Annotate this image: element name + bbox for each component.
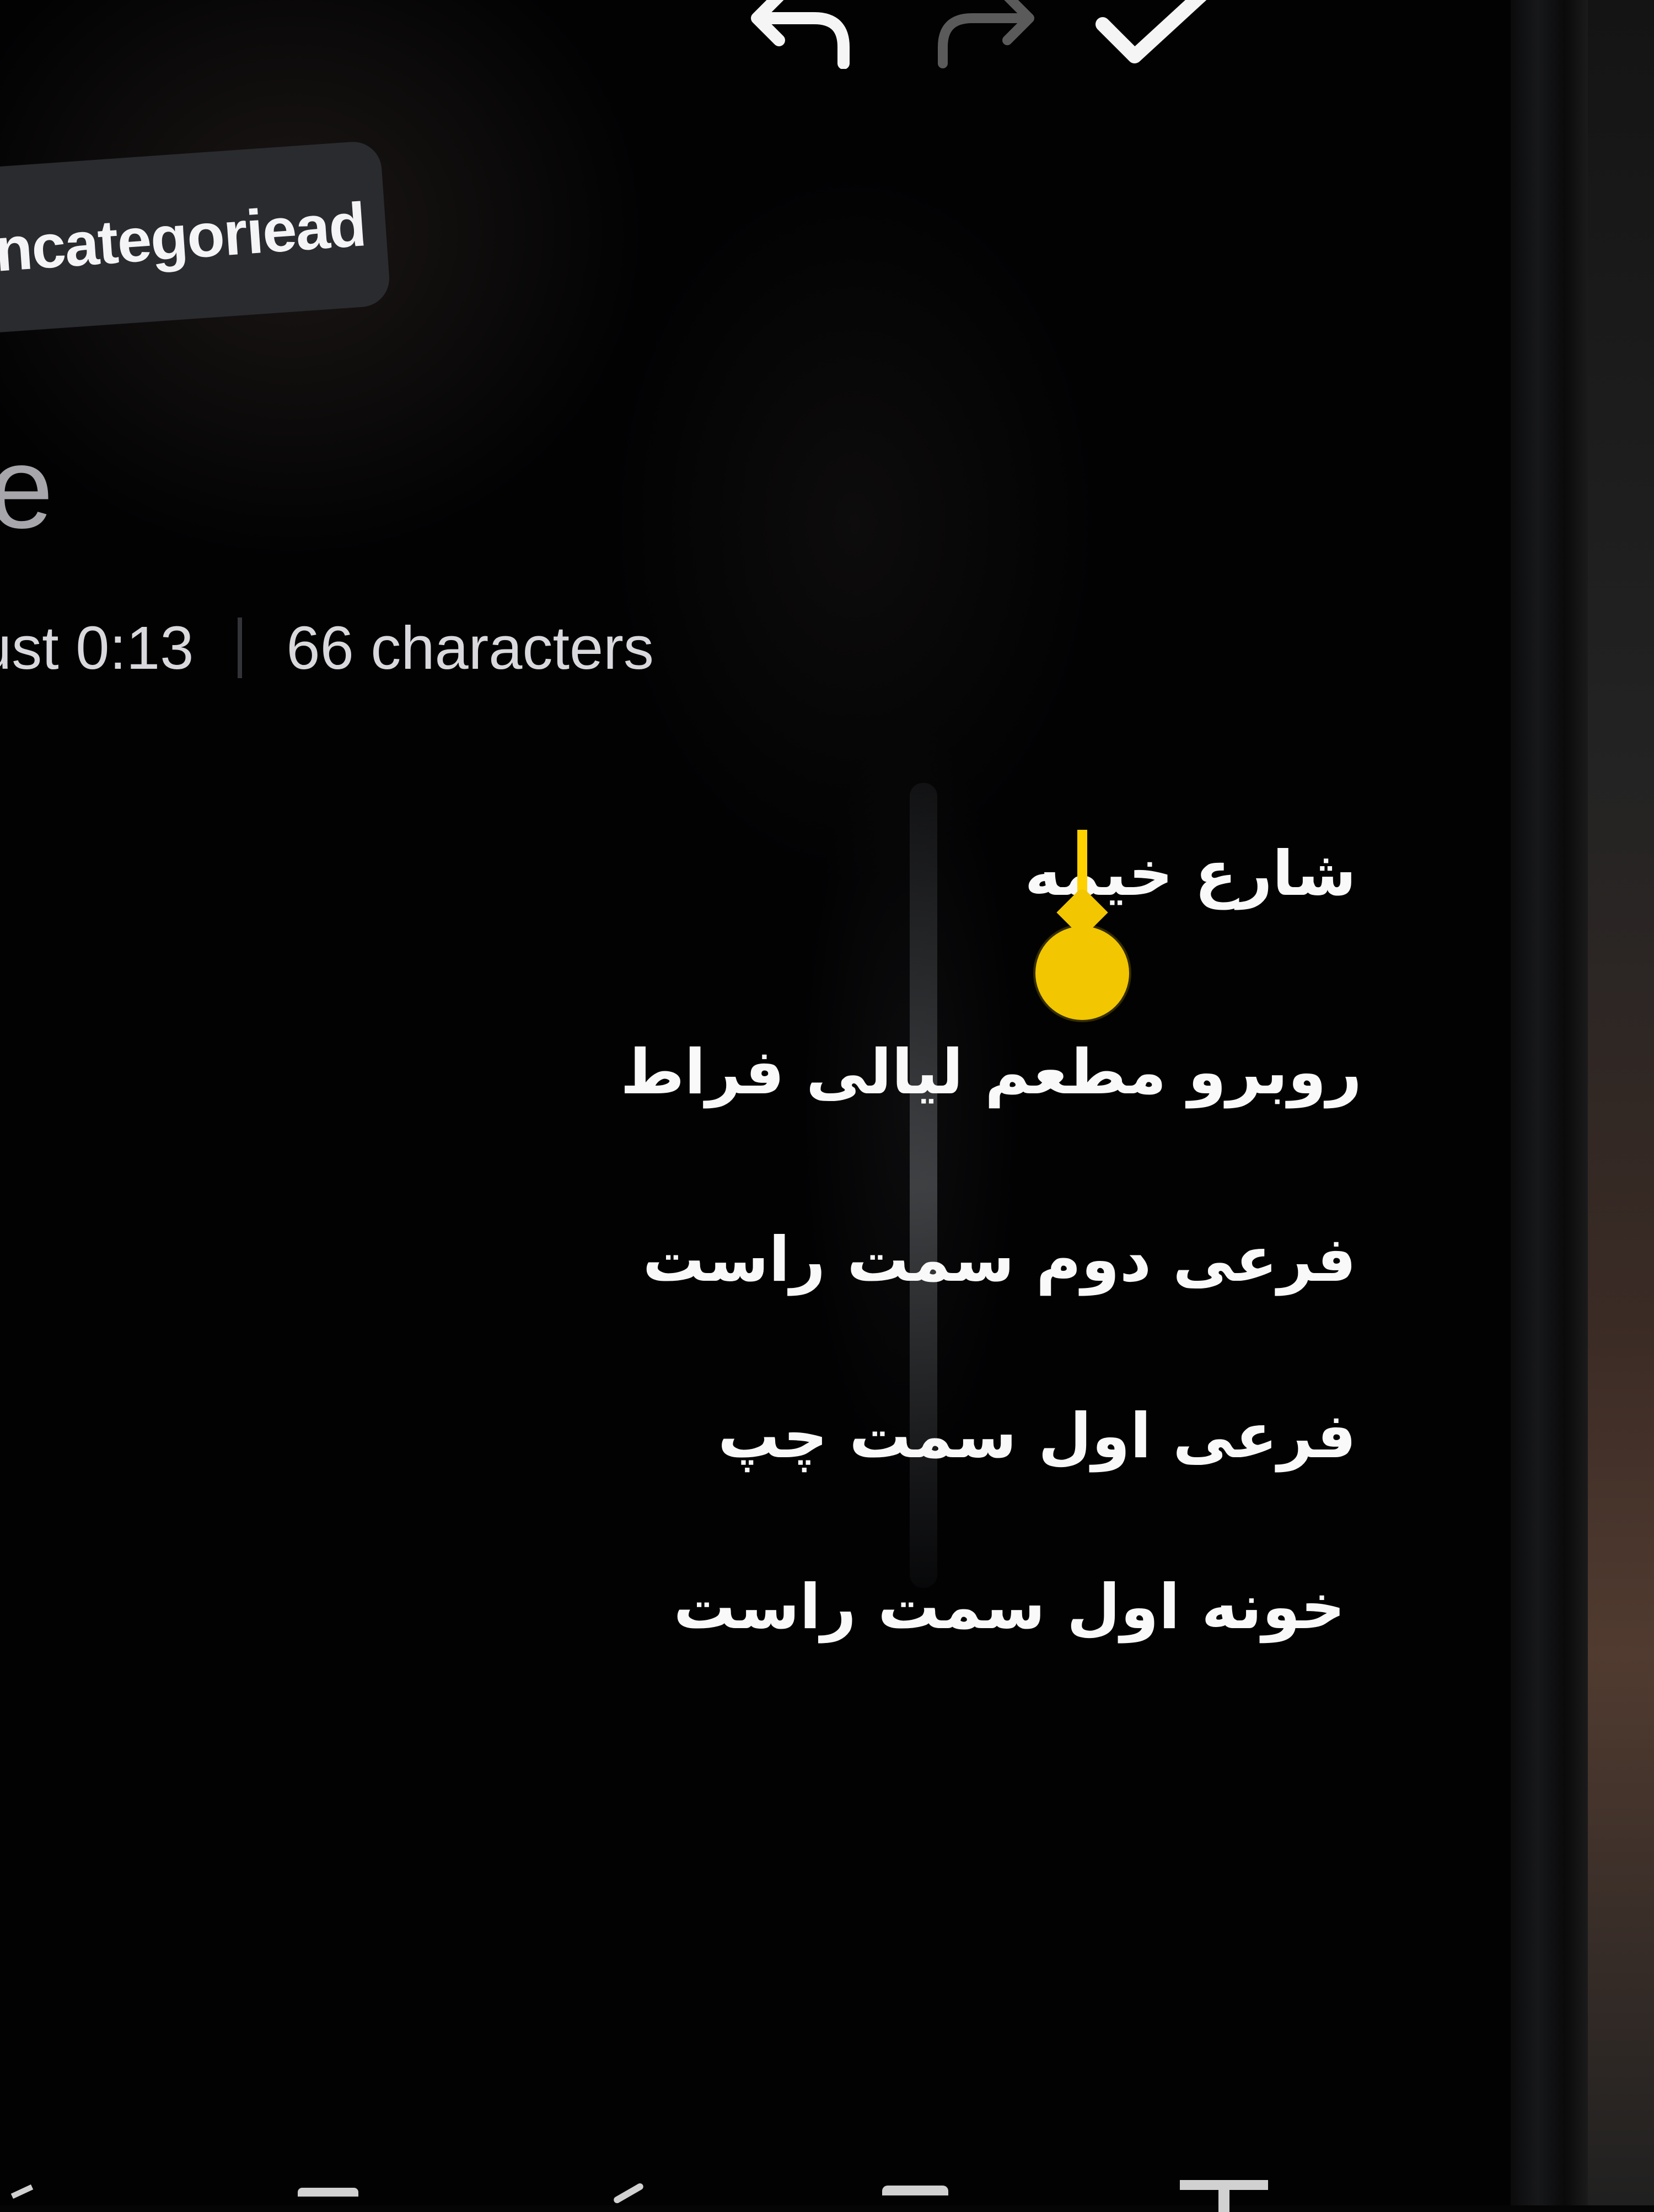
title-placeholder: e: [0, 423, 53, 552]
note-line: فرعی دوم سمت راست: [642, 1224, 1356, 1296]
category-chip[interactable]: ncategoriead: [0, 139, 391, 335]
text-style-icon[interactable]: [1180, 2180, 1268, 2212]
note-body-editor[interactable]: شارع خیمه روبرو مطعم لیالی فراط فرعی دوم…: [620, 805, 1367, 1665]
voice-icon[interactable]: [882, 2186, 948, 2195]
undo-button[interactable]: [739, 0, 860, 77]
note-editor-screen: ncategoriead e ust 0:13 66 characters شا…: [0, 0, 1533, 2212]
bottom-toolbar: [0, 2161, 1533, 2212]
note-line: فرعی اول سمت چپ: [717, 1400, 1356, 1472]
redo-icon: [938, 0, 1034, 68]
note-line: روبرو مطعم لیالی فراط: [620, 1037, 1362, 1108]
character-count: 66 characters: [286, 614, 654, 682]
metadata-divider: [238, 618, 243, 678]
check-icon: [1095, 0, 1207, 63]
text-cursor-handle-icon[interactable]: [1035, 926, 1129, 1020]
note-line: خونه اول سمت راست: [673, 1571, 1345, 1643]
image-icon[interactable]: [298, 2188, 358, 2197]
undo-icon: [751, 0, 850, 69]
last-edited-time: ust 0:13: [0, 614, 194, 682]
note-toolbar: [673, 0, 1279, 88]
camera-reflection: [606, 165, 1103, 882]
checklist-icon[interactable]: [10, 2184, 34, 2199]
photo-edge: [1588, 0, 1654, 2205]
category-label: ncategoriead: [0, 189, 368, 284]
note-metadata-row: ust 0:13 66 characters: [0, 612, 654, 684]
done-button[interactable]: [1092, 0, 1213, 77]
phone-bezel: [1511, 0, 1588, 2205]
redo-button[interactable]: [926, 0, 1048, 77]
brush-icon[interactable]: [613, 2182, 645, 2205]
